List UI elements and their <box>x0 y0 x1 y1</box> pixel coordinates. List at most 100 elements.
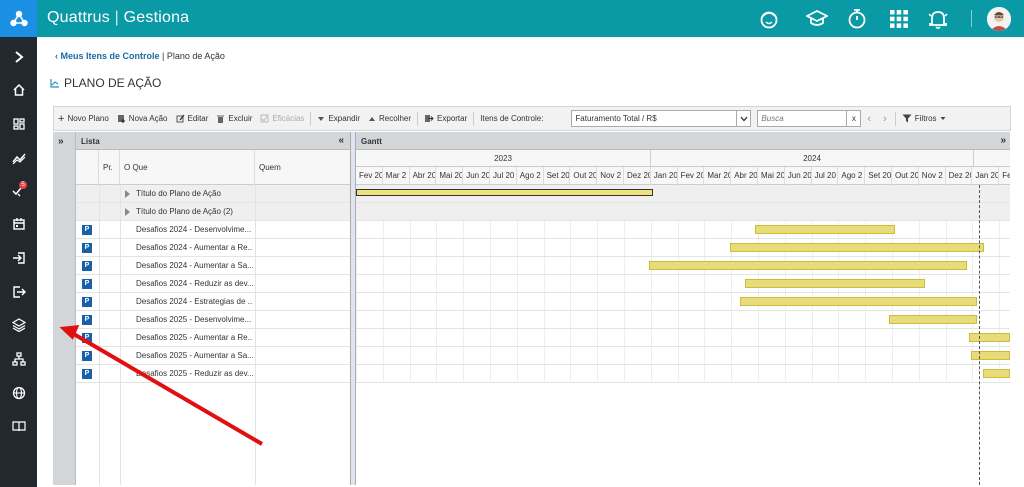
month-label: Jun 20 <box>785 167 812 185</box>
chart-icon[interactable] <box>0 146 37 170</box>
layers-icon[interactable] <box>0 313 37 337</box>
chevron-right-icon[interactable] <box>0 45 37 69</box>
column-priority[interactable]: Pr. <box>99 150 120 185</box>
itens-de-controle-select[interactable]: Faturamento Total / R$ <box>571 110 752 127</box>
bell-icon[interactable] <box>926 7 950 31</box>
month-label: Jan 20 <box>651 167 678 185</box>
list-item[interactable]: P Desafios 2024 - Estrategias de ... <box>76 293 350 311</box>
expand-row-icon[interactable] <box>125 190 130 198</box>
gantt-task-bar[interactable] <box>889 315 977 324</box>
editar-button[interactable]: Editar <box>172 107 213 130</box>
row-what: Desafios 2025 - Aumentar a Re... <box>136 333 253 342</box>
prev-icon[interactable]: ‹ <box>861 107 877 130</box>
list-item[interactable]: P Desafios 2025 - Desenvolvime... <box>76 311 350 329</box>
month-label: Nov 2 <box>919 167 946 185</box>
gantt-task-bar[interactable] <box>740 297 977 306</box>
list-item[interactable]: P Desafios 2024 - Desenvolvime... <box>76 221 350 239</box>
right-margin <box>1010 132 1024 487</box>
list-header: Lista « <box>76 132 350 150</box>
home-icon[interactable] <box>0 78 37 102</box>
gantt-task-bar[interactable] <box>969 333 1010 342</box>
gantt-task-bar[interactable] <box>971 351 1010 360</box>
hierarchy-icon[interactable] <box>0 347 37 371</box>
logout-icon[interactable] <box>0 280 37 304</box>
collapsed-panel: » <box>53 132 76 485</box>
column-what[interactable]: O Que <box>120 150 255 185</box>
gantt-task-bar[interactable] <box>983 369 1010 378</box>
recolher-button[interactable]: Recolher <box>364 107 415 130</box>
app-logo-icon[interactable] <box>0 0 37 37</box>
list-item[interactable]: P Desafios 2024 - Reduzir as dev... <box>76 275 350 293</box>
row-what: Desafios 2025 - Desenvolvime... <box>136 315 252 324</box>
apps-grid-icon[interactable] <box>887 7 911 31</box>
notification-badge: 5 <box>19 181 27 189</box>
login-icon[interactable] <box>0 246 37 270</box>
column-who[interactable]: Quem <box>255 150 351 185</box>
gantt-task-bar[interactable] <box>745 279 925 288</box>
breadcrumb-back-link[interactable]: ‹ Meus Itens de Controle <box>55 51 160 61</box>
month-label: Set 20 <box>865 167 892 185</box>
gantt-header: Gantt » <box>356 132 1010 150</box>
plus-icon: + <box>58 112 65 125</box>
expandir-button[interactable]: Expandir <box>313 107 364 130</box>
year-2024: 2024 <box>651 150 974 167</box>
chevron-down-icon <box>736 111 750 126</box>
list-item[interactable]: Título do Plano de Ação (2) <box>76 203 350 221</box>
export-icon <box>425 115 434 122</box>
row-what: Desafios 2025 - Reduzir as dev... <box>136 369 253 378</box>
month-label: Ago 2 <box>838 167 866 185</box>
user-avatar[interactable] <box>987 7 1011 31</box>
excluir-button[interactable]: Excluir <box>212 107 256 130</box>
list-item[interactable]: P Desafios 2025 - Aumentar a Sa... <box>76 347 350 365</box>
eficacias-button[interactable]: Eficácias <box>256 107 308 130</box>
search-input[interactable] <box>758 111 847 126</box>
clear-search-button[interactable]: x <box>846 111 860 126</box>
support-icon[interactable] <box>757 7 781 31</box>
edit-icon <box>176 114 185 123</box>
novo-plano-button[interactable]: + Novo Plano <box>54 107 113 130</box>
plan-icon: P <box>82 261 92 271</box>
book-icon[interactable] <box>0 414 37 438</box>
calendar-icon[interactable] <box>0 212 37 236</box>
gantt-summary-bar[interactable] <box>356 189 653 196</box>
gantt-body <box>356 185 1010 485</box>
row-what: Desafios 2024 - Reduzir as dev... <box>136 279 253 288</box>
collapse-list-button[interactable]: « <box>338 135 344 146</box>
plan-icon: P <box>82 333 92 343</box>
list-item[interactable]: P Desafios 2024 - Aumentar a Sa... <box>76 257 350 275</box>
next-icon[interactable]: › <box>877 107 893 130</box>
globe-icon[interactable] <box>0 381 37 405</box>
checklist-icon[interactable]: 5 <box>0 178 37 202</box>
month-label: Dez 20 <box>946 167 973 185</box>
caret-up-icon <box>369 116 376 121</box>
plan-icon: P <box>82 243 92 253</box>
month-label: Mar 2 <box>383 167 410 185</box>
list-item[interactable]: P Desafios 2024 - Aumentar a Re... <box>76 239 350 257</box>
plan-icon: P <box>82 351 92 361</box>
exportar-button[interactable]: Exportar <box>420 107 471 130</box>
plan-icon: P <box>82 315 92 325</box>
toolbar: + Novo Plano Nova Ação Editar Excluir Efi… <box>53 106 1011 131</box>
gantt-task-bar[interactable] <box>649 261 967 270</box>
expand-panel-button[interactable]: » <box>58 136 64 147</box>
filtros-button[interactable]: Filtros <box>898 107 950 130</box>
expand-gantt-button[interactable]: » <box>1000 135 1006 146</box>
month-label: Mar 20 <box>704 167 732 185</box>
list-item[interactable]: Título do Plano de Ação <box>76 185 350 203</box>
list-item[interactable]: P Desafios 2025 - Reduzir as dev... <box>76 365 350 383</box>
row-what: Desafios 2025 - Aumentar a Sa... <box>136 351 253 360</box>
dashboard-icon[interactable] <box>0 112 37 136</box>
new-doc-icon <box>117 115 125 123</box>
nova-acao-button[interactable]: Nova Ação <box>113 107 172 130</box>
expand-row-icon[interactable] <box>125 208 130 216</box>
list-item[interactable]: P Desafios 2025 - Aumentar a Re... <box>76 329 350 347</box>
itens-de-controle-label: Itens de Controle: <box>480 114 544 123</box>
gantt-task-bar[interactable] <box>730 243 984 252</box>
month-label: Abr 20 <box>410 167 437 185</box>
gantt-months: Fev 20 Mar 2 Abr 20 Mai 20 Jun 20 Jul 20 Ago 2… <box>356 167 1010 185</box>
graduation-cap-icon[interactable] <box>805 7 829 31</box>
row-what: Desafios 2024 - Estrategias de ... <box>136 297 253 306</box>
gantt-task-bar[interactable] <box>755 225 895 234</box>
stopwatch-icon[interactable] <box>845 7 869 31</box>
year-2023: 2023 <box>356 150 651 167</box>
